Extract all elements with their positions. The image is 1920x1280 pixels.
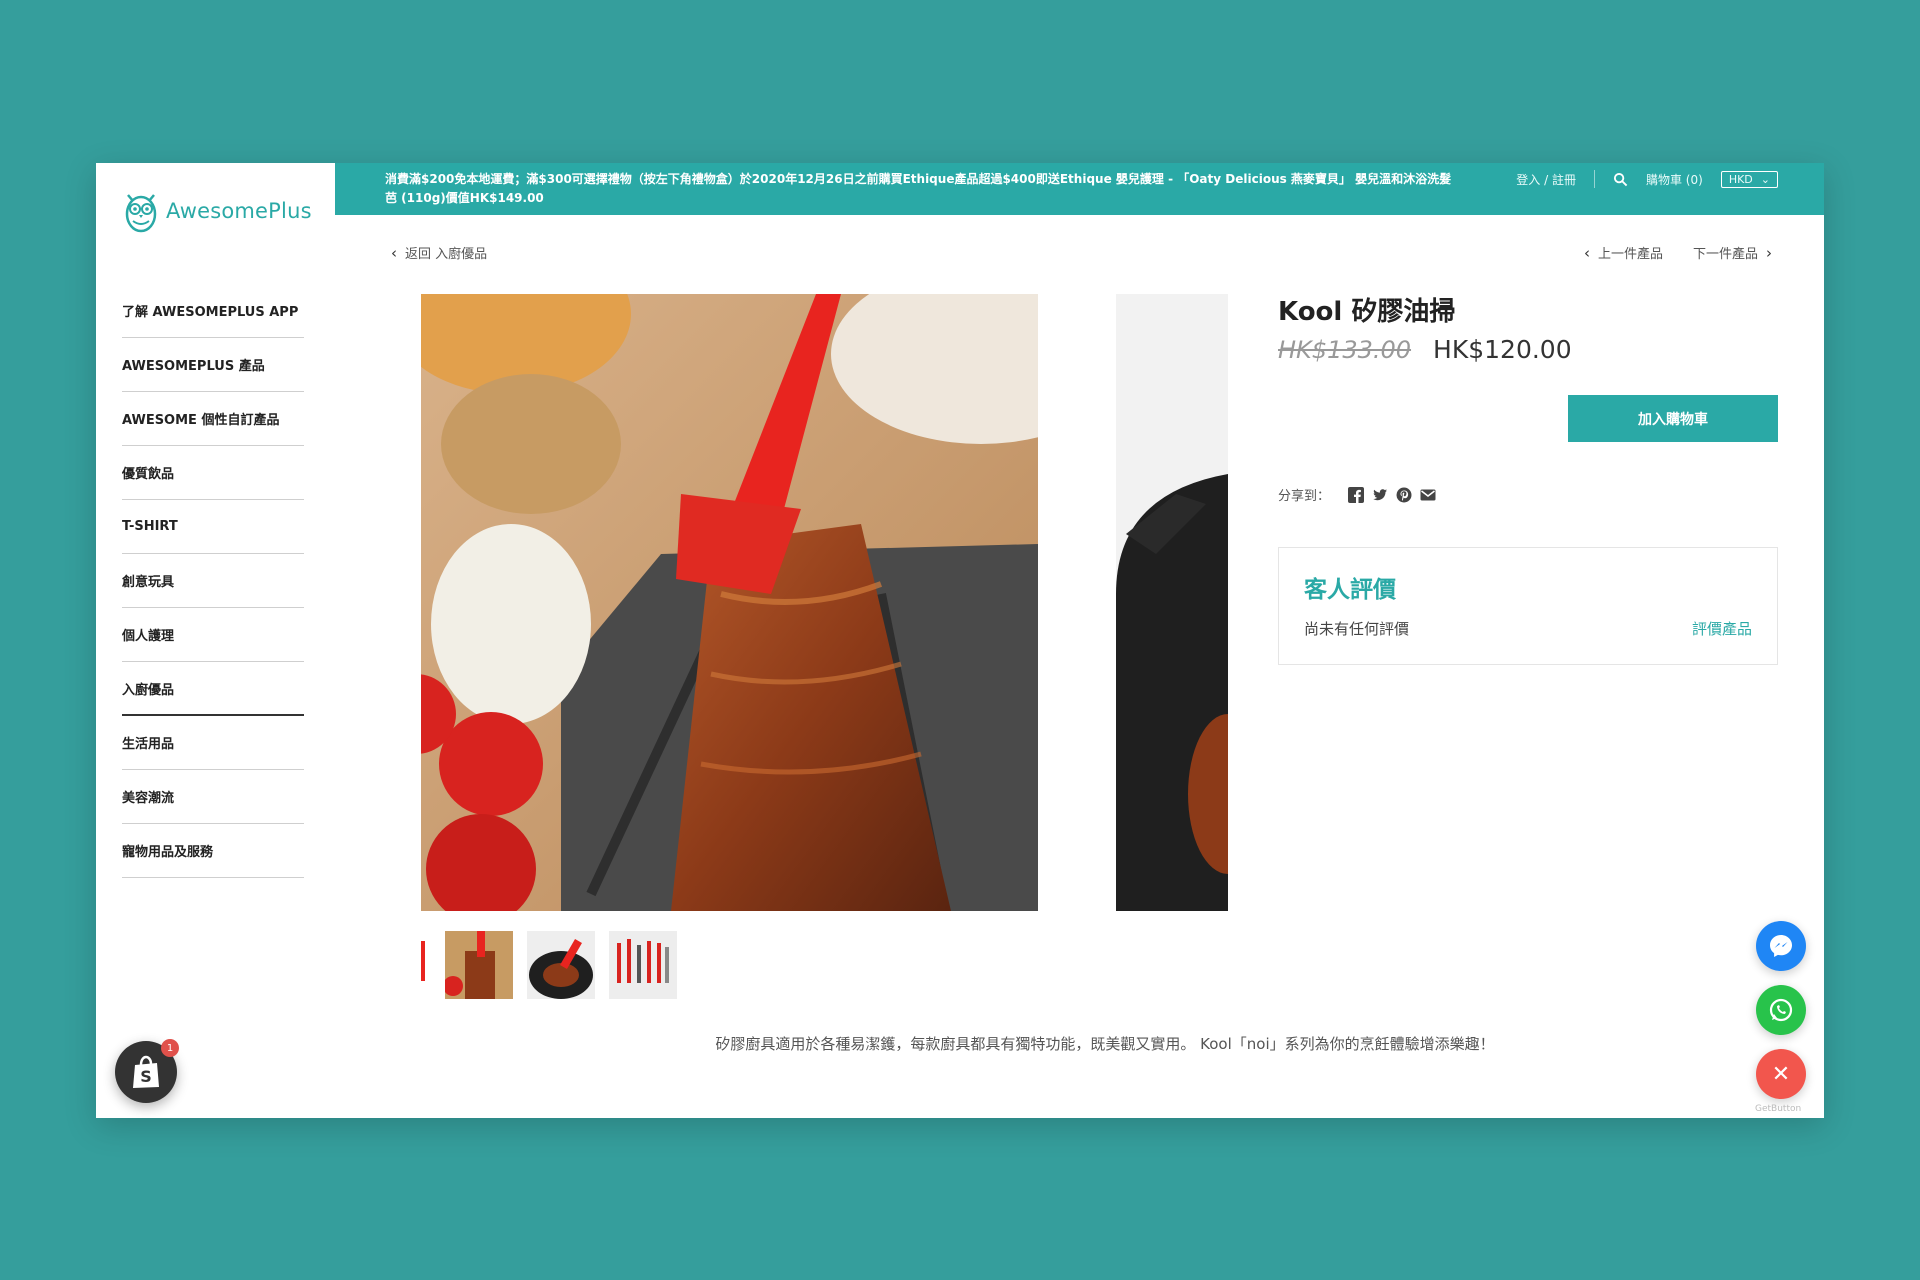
messenger-icon <box>1770 935 1792 957</box>
share-icons <box>1348 486 1436 503</box>
thumbnail-1[interactable] <box>421 931 431 999</box>
facebook-icon[interactable] <box>1348 486 1365 503</box>
back-link[interactable]: ‹ 返回 入廚優品 <box>391 243 488 263</box>
announcement-text: 消費滿$200免本地運費；滿$300可選擇禮物（按左下角禮物盒）於2020年12… <box>385 172 1452 205</box>
reviews-title: 客人評價 <box>1304 577 1396 603</box>
product-description: 矽膠廚具適用於各種易潔鑊，每款廚具都具有獨特功能，既美觀又實用。 Kool「no… <box>715 1035 1495 1053</box>
product-pager: ‹ 上一件產品 下一件產品 › <box>1583 243 1772 263</box>
sidebar-item-tshirt[interactable]: T-SHIRT <box>122 500 304 554</box>
sidebar-item-kitchen[interactable]: 入廚優品 <box>122 662 304 716</box>
twitter-icon[interactable] <box>1372 487 1388 503</box>
sidebar-item-awesomeplus-products[interactable]: AWESOMEPLUS 產品 <box>122 338 304 392</box>
reviews-empty-text: 尚未有任何評價 <box>1304 620 1410 638</box>
add-to-cart-button[interactable]: 加入購物車 <box>1568 395 1778 442</box>
email-icon[interactable] <box>1420 487 1436 503</box>
write-review-link[interactable]: 評價產品 <box>1692 618 1752 639</box>
compare-at-price: HK$133.00 <box>1278 336 1412 364</box>
sidebar-item-custom-products[interactable]: AWESOME 個性自訂產品 <box>122 392 304 446</box>
pinterest-icon[interactable] <box>1396 487 1412 503</box>
getbutton-label: GetButton <box>1755 1104 1802 1114</box>
sidebar-item-personal-care[interactable]: 個人護理 <box>122 608 304 662</box>
currency-value: HKD <box>1728 172 1753 186</box>
browser-window: AwesomePlus 了解 AWESOMEPLUS APP AWESOMEPL… <box>96 163 1824 1118</box>
next-product-link[interactable]: 下一件產品 › <box>1692 243 1772 263</box>
thumbnail-3[interactable] <box>527 931 595 999</box>
reviews-panel: 客人評價 尚未有任何評價 評價產品 <box>1278 547 1778 665</box>
owl-logo-icon <box>125 194 157 233</box>
prev-product-link[interactable]: ‹ 上一件產品 <box>1583 243 1663 263</box>
sidebar-item-beauty[interactable]: 美容潮流 <box>122 770 304 824</box>
thumbnail-strip <box>421 931 677 999</box>
shopify-gift-button[interactable]: S 1 <box>115 1039 179 1103</box>
product-main-image[interactable] <box>421 294 1038 911</box>
whatsapp-icon <box>1769 998 1793 1022</box>
sidebar-item-pets[interactable]: 寵物用品及服務 <box>122 824 304 878</box>
close-widget-button[interactable]: ✕ <box>1756 1049 1806 1099</box>
next-product-label: 下一件產品 <box>1692 247 1758 262</box>
sidebar: AwesomePlus 了解 AWESOMEPLUS APP AWESOMEPL… <box>96 163 335 1118</box>
chevron-left-icon: ‹ <box>391 243 397 262</box>
shopping-bag-icon: S <box>133 1055 159 1088</box>
svg-text:S: S <box>140 1067 152 1086</box>
sidebar-item-living[interactable]: 生活用品 <box>122 716 304 770</box>
price-row: HK$133.00 HK$120.00 <box>1278 335 1572 364</box>
thumbnail-4[interactable] <box>609 931 677 999</box>
prev-product-label: 上一件產品 <box>1597 247 1663 262</box>
close-icon: ✕ <box>1771 1061 1791 1087</box>
messenger-button[interactable] <box>1756 921 1806 971</box>
current-price: HK$120.00 <box>1433 335 1572 364</box>
logo-text: AwesomePlus <box>166 199 312 223</box>
sidebar-item-drinks[interactable]: 優質飲品 <box>122 446 304 500</box>
sidebar-item-toys[interactable]: 創意玩具 <box>122 554 304 608</box>
search-icon[interactable] <box>1613 172 1628 187</box>
login-link[interactable]: 登入 / 註冊 <box>1516 171 1576 188</box>
thumbnail-2[interactable] <box>445 931 513 999</box>
category-nav: 了解 AWESOMEPLUS APP AWESOMEPLUS 產品 AWESOM… <box>122 284 304 878</box>
currency-select[interactable]: HKD ⌄ <box>1720 170 1778 188</box>
chevron-left-icon: ‹ <box>1583 243 1590 262</box>
share-row: 分享到： <box>1278 485 1436 504</box>
chevron-right-icon: › <box>1766 243 1772 262</box>
whatsapp-button[interactable] <box>1756 985 1806 1035</box>
notification-badge: 1 <box>161 1039 179 1057</box>
announcement-bar: 消費滿$200免本地運費；滿$300可選擇禮物（按左下角禮物盒）於2020年12… <box>335 163 1824 215</box>
chevron-down-icon: ⌄ <box>1760 172 1770 186</box>
share-label: 分享到： <box>1278 489 1331 504</box>
sidebar-item-app[interactable]: 了解 AWESOMEPLUS APP <box>122 284 304 338</box>
top-nav: 登入 / 註冊 購物車 (0) HKD ⌄ <box>1516 170 1778 188</box>
logo[interactable]: AwesomePlus <box>122 187 312 235</box>
divider <box>1593 170 1595 188</box>
product-title: Kool 矽膠油掃 <box>1278 297 1456 327</box>
cart-link[interactable]: 購物車 (0) <box>1646 171 1703 188</box>
product-next-image[interactable] <box>1116 294 1228 911</box>
back-link-label: 返回 入廚優品 <box>405 247 488 262</box>
